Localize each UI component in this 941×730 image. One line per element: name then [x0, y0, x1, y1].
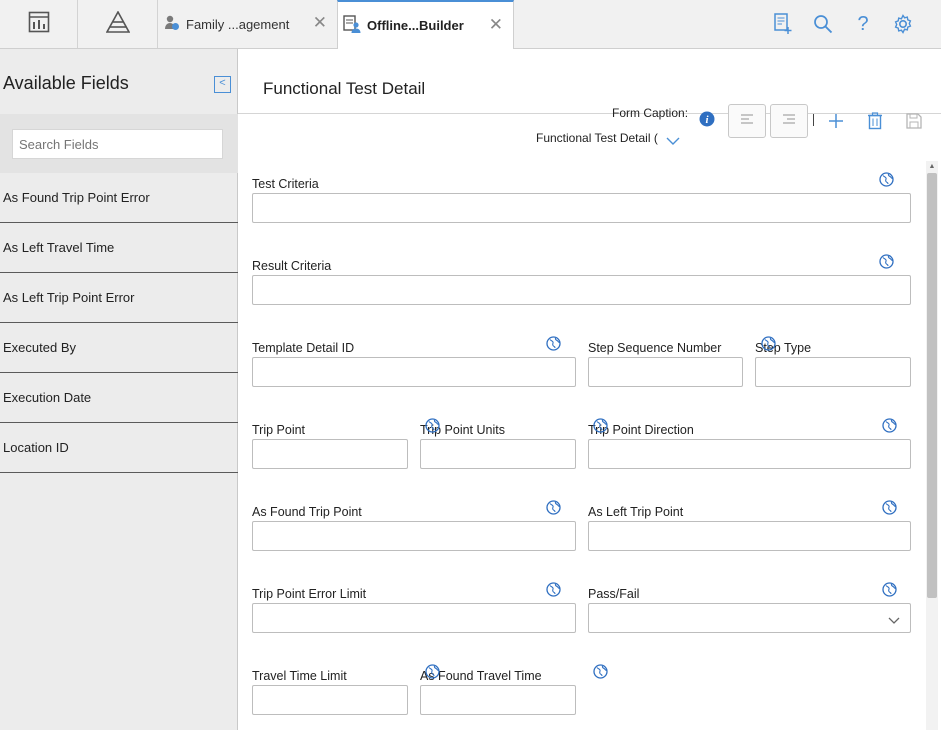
list-item[interactable]: Execution Date — [0, 373, 238, 423]
pass-fail-select[interactable] — [588, 603, 911, 633]
field-label: Step Sequence Number — [588, 341, 722, 355]
align-left-icon — [739, 112, 755, 131]
as-left-trip-point-input[interactable] — [588, 521, 911, 551]
scrollbar-thumb[interactable] — [927, 173, 937, 598]
globe-icon[interactable] — [546, 582, 561, 597]
search-container — [0, 114, 238, 173]
align-right-button[interactable] — [770, 104, 808, 138]
chevron-down-icon[interactable] — [666, 133, 680, 151]
trip-point-units-input[interactable] — [420, 439, 576, 469]
info-icon[interactable]: i — [699, 111, 715, 132]
field-label: Test Criteria — [252, 177, 319, 191]
globe-icon[interactable] — [425, 418, 440, 433]
field-label: Trip Point Error Limit — [252, 587, 367, 601]
dashboard-icon — [28, 11, 50, 38]
scrollbar[interactable]: ▲ — [926, 161, 938, 730]
field-label: Result Criteria — [252, 259, 332, 273]
field-label: As Found Trip Point — [252, 505, 362, 519]
trip-point-direction-input[interactable] — [588, 439, 911, 469]
field-label: Travel Time Limit — [252, 669, 347, 683]
step-sequence-number-input[interactable] — [588, 357, 743, 387]
page-title: Functional Test Detail — [263, 79, 426, 98]
form-caption-value[interactable]: Functional Test Detail ( — [536, 131, 658, 145]
list-item[interactable]: As Found Trip Point Error — [0, 173, 238, 223]
form-editor: Functional Test Detail Form Caption: Fun… — [238, 49, 941, 730]
collapse-panel-button[interactable]: < — [214, 76, 231, 93]
tab-offline-builder-label: Offline...Builder — [367, 18, 464, 33]
top-bar: Family ...agement ✕ Offline...Builder ✕ … — [0, 0, 941, 49]
offline-builder-icon — [343, 15, 361, 36]
tab-offline-builder[interactable]: Offline...Builder ✕ — [337, 0, 514, 49]
result-criteria-input[interactable] — [252, 275, 911, 305]
close-icon[interactable]: ✕ — [489, 15, 503, 35]
align-left-button[interactable] — [728, 104, 766, 138]
globe-icon[interactable] — [593, 418, 608, 433]
toolbar-separator — [813, 114, 814, 126]
dashboard-button[interactable] — [0, 0, 78, 48]
list-item[interactable]: Executed By — [0, 323, 238, 373]
form-canvas: Test Criteria Result Criteria Template D… — [252, 167, 912, 730]
globe-icon[interactable] — [546, 336, 561, 351]
align-right-icon — [781, 112, 797, 131]
add-icon[interactable] — [824, 109, 848, 133]
field-label: Trip Point — [252, 423, 306, 437]
available-fields-panel: Available Fields < As Found Trip Point E… — [0, 49, 238, 730]
globe-icon[interactable] — [593, 664, 608, 679]
trip-point-error-limit-input[interactable] — [252, 603, 576, 633]
family-management-icon — [164, 14, 180, 35]
globe-icon[interactable] — [879, 254, 894, 269]
globe-icon[interactable] — [761, 336, 776, 351]
field-label: Template Detail ID — [252, 341, 355, 355]
tab-family-management-label: Family ...agement — [186, 17, 290, 32]
search-icon[interactable] — [811, 12, 835, 36]
as-found-travel-time-input[interactable] — [420, 685, 576, 715]
search-fields-input[interactable] — [12, 129, 223, 159]
scroll-up-arrow[interactable]: ▲ — [926, 161, 938, 173]
globe-icon[interactable] — [882, 582, 897, 597]
trip-point-input[interactable] — [252, 439, 408, 469]
test-criteria-input[interactable] — [252, 193, 911, 223]
help-icon[interactable]: ? — [851, 12, 875, 36]
field-label: As Left Trip Point — [588, 505, 684, 519]
list-item[interactable]: Location ID — [0, 423, 238, 473]
template-detail-id-input[interactable] — [252, 357, 576, 387]
as-found-trip-point-input[interactable] — [252, 521, 576, 551]
globe-icon[interactable] — [425, 664, 440, 679]
globe-icon[interactable] — [882, 500, 897, 515]
delete-icon[interactable] — [863, 109, 887, 133]
save-icon[interactable] — [902, 109, 926, 133]
pyramid-icon — [105, 9, 130, 38]
travel-time-limit-input[interactable] — [252, 685, 408, 715]
add-document-icon[interactable] — [771, 12, 795, 36]
globe-icon[interactable] — [546, 500, 561, 515]
tab-family-management[interactable]: Family ...agement ✕ — [158, 0, 337, 49]
list-item[interactable]: As Left Trip Point Error — [0, 273, 238, 323]
settings-icon[interactable] — [891, 12, 915, 36]
field-label: Pass/Fail — [588, 587, 640, 601]
sidebar-title: Available Fields — [3, 73, 129, 93]
list-item[interactable]: As Left Travel Time — [0, 223, 238, 273]
pyramid-button[interactable] — [78, 0, 158, 48]
globe-icon[interactable] — [882, 418, 897, 433]
chevron-down-icon — [888, 612, 900, 630]
field-list: As Found Trip Point Error As Left Travel… — [0, 173, 238, 473]
form-caption-label: Form Caption: — [612, 106, 689, 120]
close-icon[interactable]: ✕ — [313, 13, 327, 33]
globe-icon[interactable] — [879, 172, 894, 187]
step-type-input[interactable] — [755, 357, 911, 387]
